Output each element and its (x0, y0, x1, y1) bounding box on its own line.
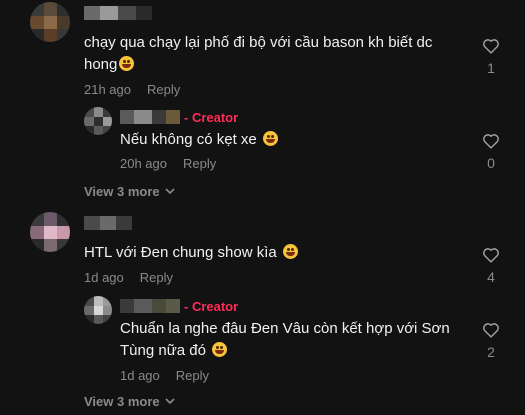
creator-badge: - Creator (184, 110, 239, 125)
like-button[interactable]: 2 (476, 322, 506, 360)
like-button[interactable]: 4 (476, 247, 506, 285)
heart-outline-icon (483, 134, 499, 149)
smiley-emoji-icon (119, 56, 135, 71)
username[interactable] (120, 110, 180, 124)
comment-time: 21h ago (84, 82, 131, 97)
like-count: 1 (487, 60, 495, 76)
reply-button[interactable]: Reply (183, 156, 216, 171)
comment-time: 20h ago (120, 156, 167, 171)
comment-text: chạy qua chạy lại phố đi bộ với cầu baso… (84, 34, 433, 73)
avatar[interactable] (30, 212, 70, 252)
smiley-emoji-icon (262, 131, 278, 146)
like-count: 4 (487, 269, 495, 285)
like-button[interactable]: 1 (476, 38, 506, 76)
comment-meta: 1d ago Reply (120, 368, 209, 383)
view-more-replies-button[interactable]: View 3 more (84, 394, 175, 409)
username[interactable] (84, 216, 132, 230)
like-button[interactable]: 0 (476, 133, 506, 171)
like-count: 2 (487, 344, 495, 360)
chevron-down-icon (165, 188, 175, 195)
avatar[interactable] (84, 107, 112, 135)
heart-outline-icon (483, 39, 499, 54)
username[interactable] (84, 6, 152, 20)
reply-button[interactable]: Reply (147, 82, 180, 97)
like-count: 0 (487, 155, 495, 171)
username[interactable] (120, 299, 180, 313)
comment-meta: 1d ago Reply (84, 270, 173, 285)
comment-text: HTL với Đen chung show kìa (84, 242, 456, 264)
view-more-replies-button[interactable]: View 3 more (84, 184, 175, 199)
comments-panel: chạy qua chạy lại phố đi bộ với cầu baso… (0, 0, 525, 415)
creator-badge: - Creator (184, 299, 239, 314)
reply-button[interactable]: Reply (140, 270, 173, 285)
reply-button[interactable]: Reply (176, 368, 209, 383)
smiley-emoji-icon (282, 244, 298, 259)
heart-outline-icon (483, 323, 499, 338)
heart-outline-icon (483, 248, 499, 263)
comment-text: Chuẩn la nghe đâu Đen Vâu còn kết hợp vớ… (120, 320, 450, 359)
comment-time: 1d ago (84, 270, 124, 285)
comment-text: Nếu không có kẹt xe (120, 129, 450, 151)
avatar[interactable] (30, 2, 70, 42)
comment-time: 1d ago (120, 368, 160, 383)
avatar[interactable] (84, 296, 112, 324)
comment-meta: 21h ago Reply (84, 82, 180, 97)
smiley-emoji-icon (212, 342, 228, 357)
comment-meta: 20h ago Reply (120, 156, 216, 171)
chevron-down-icon (165, 398, 175, 405)
